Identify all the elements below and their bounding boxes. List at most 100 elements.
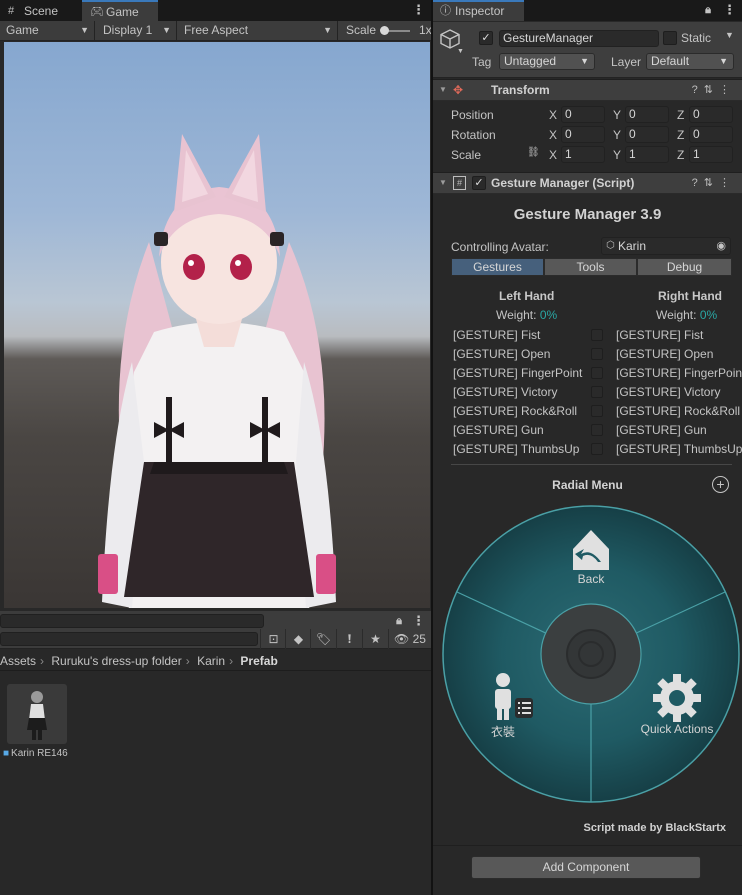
chevron-down-icon[interactable]: ▼	[725, 30, 734, 40]
project-filter-input[interactable]	[0, 632, 258, 646]
gesture-toggle-checkbox[interactable]	[591, 386, 603, 398]
gesture-toggle-checkbox[interactable]	[591, 405, 603, 417]
aspect-dropdown[interactable]: Free Aspect ▼	[178, 21, 338, 41]
gesture-toggle-checkbox[interactable]	[591, 443, 603, 455]
add-circle-icon[interactable]: +	[712, 476, 729, 493]
left-gesture-fingerpoint[interactable]: [GESTURE] FingerPoint	[453, 365, 582, 382]
asset-name: Karin RE146	[11, 748, 68, 759]
kebab-menu-icon[interactable]: ⋮	[412, 3, 425, 17]
rotation-y-field[interactable]: 0	[625, 126, 669, 143]
gesture-toggle-checkbox[interactable]	[591, 329, 603, 341]
kebab-menu-icon[interactable]: ⋮	[719, 177, 736, 189]
left-gesture-thumbsup[interactable]: [GESTURE] ThumbsUp	[453, 441, 579, 458]
kebab-menu-icon[interactable]: ⋮	[719, 84, 736, 96]
gesture-manager-tabs: Gestures Tools Debug	[451, 258, 732, 276]
active-checkbox[interactable]: ✓	[479, 31, 493, 45]
asset-label[interactable]: ■ Karin RE146	[3, 748, 68, 759]
object-picker-icon[interactable]: ◉	[716, 238, 726, 254]
preset-sliders-icon[interactable]: ⇅	[704, 177, 719, 189]
tag-dropdown[interactable]: Untagged ▼	[499, 53, 595, 70]
avatar-object-field[interactable]: ⬡ Karin ◉	[601, 237, 731, 255]
tab-inspector[interactable]: ⓘ Inspector	[433, 0, 524, 21]
section-divider	[451, 464, 732, 465]
warning-filter-icon[interactable]: ❗︎	[336, 629, 362, 649]
scale-slider-handle[interactable]	[380, 26, 389, 35]
object-name-field[interactable]: GestureManager	[499, 30, 659, 47]
gesture-manager-header[interactable]: ▼ # ✓ Gesture Manager (Script) ?⇅⋮	[433, 172, 742, 194]
rotation-x-field[interactable]: 0	[561, 126, 605, 143]
left-gesture-victory[interactable]: [GESTURE] Victory	[453, 384, 557, 401]
hidden-packages-toggle[interactable]: 👁︎ 25	[388, 629, 431, 649]
position-x-field[interactable]: 0	[561, 106, 605, 123]
tab-tools[interactable]: Tools	[544, 258, 637, 276]
gesture-toggle-checkbox[interactable]	[591, 424, 603, 436]
gesture-toggle-checkbox[interactable]	[591, 348, 603, 360]
scale-z-field[interactable]: 1	[689, 146, 733, 163]
display-dropdown[interactable]: Display 1 ▼	[97, 21, 177, 41]
game-viewport[interactable]	[4, 42, 430, 608]
gesture-manager-title: Gesture Manager 3.9	[513, 206, 662, 223]
game-mode-dropdown[interactable]: Game ▼	[0, 21, 95, 41]
breadcrumb-item[interactable]: Ruruku's dress-up folder	[51, 654, 181, 668]
scale-y-field[interactable]: 1	[625, 146, 669, 163]
project-toolbar: ⋮ 🔒︎	[0, 611, 431, 631]
radial-outfit-button[interactable]: 衣裝	[481, 723, 525, 740]
left-gesture-open[interactable]: [GESTURE] Open	[453, 346, 550, 363]
position-z-field[interactable]: 0	[689, 106, 733, 123]
right-gesture-fist[interactable]: [GESTURE] Fist	[616, 327, 703, 344]
add-component-button[interactable]: Add Component	[471, 856, 701, 879]
tab-game[interactable]: 🎮︎ Game	[82, 0, 158, 21]
layer-value: Default	[651, 54, 690, 68]
position-y-field[interactable]: 0	[625, 106, 669, 123]
weight-label: Weight:	[496, 308, 537, 322]
inspector-tabbar: ⓘ Inspector 🔒︎ ⋮	[433, 0, 742, 21]
radial-quick-actions-button[interactable]: Quick Actions	[627, 722, 727, 736]
gameobject-header: ▼ ✓ GestureManager Static ▼ Tag Untagged…	[433, 22, 742, 78]
breadcrumb-item-current[interactable]: Prefab	[240, 654, 277, 668]
tab-gestures[interactable]: Gestures	[451, 258, 544, 276]
preset-sliders-icon[interactable]: ⇅	[704, 84, 719, 96]
filter-by-label-icon[interactable]: 🏷︎	[310, 629, 336, 649]
component-enabled-checkbox[interactable]: ✓	[472, 176, 486, 190]
tab-scene[interactable]: # Scene	[0, 1, 82, 21]
help-icon[interactable]: ?	[692, 84, 704, 96]
kebab-menu-icon[interactable]: ⋮	[412, 614, 425, 628]
lock-icon[interactable]: 🔒︎	[394, 614, 404, 628]
scale-x-field[interactable]: 1	[561, 146, 605, 163]
static-label: Static	[681, 31, 712, 45]
left-gesture-gun[interactable]: [GESTURE] Gun	[453, 422, 544, 439]
lock-icon[interactable]: 🔒︎	[703, 3, 713, 17]
gesture-toggle-checkbox[interactable]	[591, 367, 603, 379]
static-checkbox[interactable]	[663, 31, 677, 45]
right-gesture-rockroll[interactable]: [GESTURE] Rock&Roll	[616, 403, 740, 420]
script-icon: #	[453, 176, 466, 190]
breadcrumb-item[interactable]: Assets	[0, 654, 36, 668]
right-gesture-gun[interactable]: [GESTURE] Gun	[616, 422, 707, 439]
breadcrumb-item[interactable]: Karin	[197, 654, 225, 668]
icon-dropdown-chevron-icon[interactable]: ▼	[457, 48, 464, 55]
right-gesture-thumbsup[interactable]: [GESTURE] ThumbsUp	[616, 441, 742, 458]
link-broken-icon[interactable]: ⛓︎	[527, 147, 540, 158]
filter-by-type-icon[interactable]: ◆	[285, 629, 311, 649]
component-header-icons: ?⇅⋮	[692, 176, 736, 189]
transform-header[interactable]: ▼ ✥ Transform ?⇅⋮	[433, 79, 742, 101]
radial-menu[interactable]: Back 衣裝 Quick Actions	[441, 504, 741, 804]
right-gesture-victory[interactable]: [GESTURE] Victory	[616, 384, 720, 401]
axis-y-label: Y	[613, 108, 622, 122]
search-scope-icon[interactable]: ⊡	[260, 629, 286, 649]
tab-debug[interactable]: Debug	[637, 258, 732, 276]
left-weight-value: 0%	[539, 308, 558, 322]
asset-thumbnail[interactable]	[7, 684, 67, 744]
right-gesture-fingerpoint[interactable]: [GESTURE] FingerPoint	[616, 365, 742, 382]
inspector-pane: ⓘ Inspector 🔒︎ ⋮ ▼ ✓ GestureManager Stat…	[433, 0, 742, 895]
left-gesture-rockroll[interactable]: [GESTURE] Rock&Roll	[453, 403, 577, 420]
rotation-z-field[interactable]: 0	[689, 126, 733, 143]
favorites-star-icon[interactable]: ★	[362, 629, 388, 649]
help-icon[interactable]: ?	[692, 177, 704, 189]
kebab-menu-icon[interactable]: ⋮	[723, 3, 736, 17]
project-search-input[interactable]	[0, 614, 264, 628]
radial-back-button[interactable]: Back	[566, 572, 616, 586]
layer-dropdown[interactable]: Default ▼	[646, 53, 734, 70]
right-gesture-open[interactable]: [GESTURE] Open	[616, 346, 713, 363]
left-gesture-fist[interactable]: [GESTURE] Fist	[453, 327, 540, 344]
